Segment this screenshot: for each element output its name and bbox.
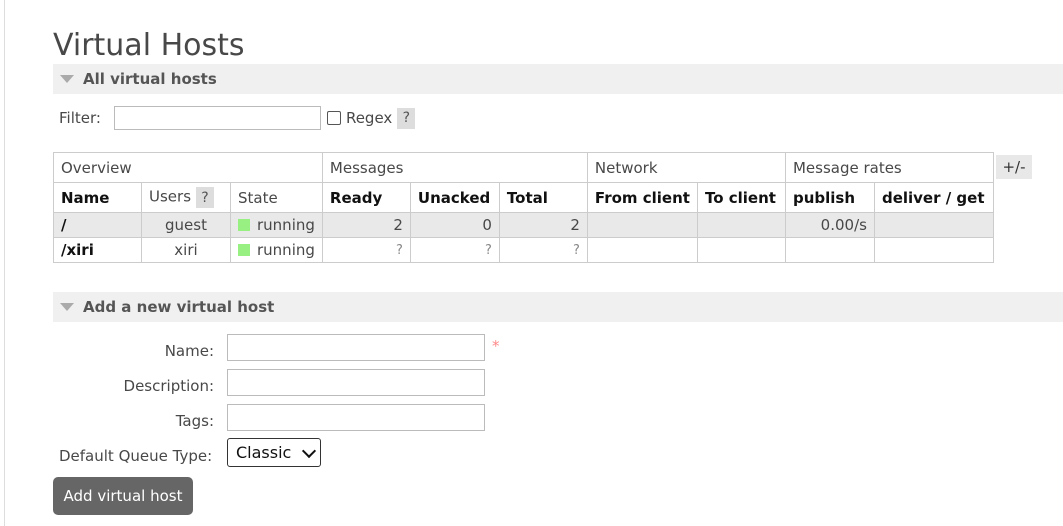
- name-input[interactable]: [227, 334, 485, 361]
- vhost-name-link[interactable]: /: [53, 212, 142, 238]
- vhost-deliver-get: [873, 237, 994, 263]
- regex-label: Regex: [345, 109, 393, 127]
- section-heading: All virtual hosts: [83, 70, 217, 88]
- section-add-virtual-host[interactable]: Add a new virtual host: [53, 292, 1063, 322]
- col-unacked[interactable]: Unacked: [409, 182, 500, 213]
- vhost-publish: 0.00/s: [784, 212, 875, 238]
- filter-label: Filter:: [59, 109, 101, 127]
- col-users-label: Users: [149, 187, 192, 206]
- name-label: Name:: [164, 342, 214, 360]
- tags-label: Tags:: [175, 412, 214, 430]
- vhost-ready: ?: [321, 237, 411, 263]
- add-virtual-host-button[interactable]: Add virtual host: [53, 477, 193, 515]
- queue-type-value: Classic: [236, 443, 292, 462]
- table-row[interactable]: /xiri xiri running ? ? ?: [53, 237, 994, 263]
- users-help-icon[interactable]: ?: [196, 187, 215, 208]
- vhost-deliver-get: [873, 212, 994, 238]
- section-heading: Add a new virtual host: [83, 298, 275, 316]
- vhost-users: xiri: [141, 237, 231, 263]
- vhost-from-client: [586, 237, 698, 263]
- filter-input[interactable]: [113, 106, 321, 130]
- vhost-to-client: [696, 212, 786, 238]
- group-network: Network: [586, 152, 786, 183]
- col-state[interactable]: State: [230, 182, 323, 213]
- vhost-total: ?: [498, 237, 588, 263]
- virtual-hosts-table: Overview Messages Network Message rates …: [53, 152, 994, 263]
- tags-input[interactable]: [227, 404, 485, 431]
- vhost-state-label: running: [257, 241, 315, 259]
- col-name[interactable]: Name: [53, 182, 142, 213]
- vhost-state: running: [230, 237, 323, 263]
- table-row[interactable]: / guest running 2 0 2 0.00/s: [53, 212, 994, 238]
- queue-type-label: Default Queue Type:: [59, 447, 213, 465]
- table-column-header: Name Users? State Ready Unacked Total Fr…: [53, 182, 994, 213]
- chevron-down-icon: [301, 443, 317, 459]
- vhost-publish: [784, 237, 875, 263]
- col-from-client[interactable]: From client: [586, 182, 698, 213]
- vhost-ready: 2: [321, 212, 411, 238]
- vhost-users: guest: [141, 212, 231, 238]
- running-status-icon: [238, 219, 250, 231]
- description-label: Description:: [123, 377, 214, 395]
- running-status-icon: [238, 244, 250, 256]
- col-publish[interactable]: publish: [784, 182, 875, 213]
- group-messages: Messages: [321, 152, 588, 183]
- regex-checkbox[interactable]: [326, 111, 341, 125]
- description-input[interactable]: [227, 369, 485, 396]
- required-marker: *: [492, 337, 500, 355]
- vhost-to-client: [696, 237, 786, 263]
- col-total[interactable]: Total: [498, 182, 588, 213]
- left-border: [4, 0, 5, 526]
- queue-type-select[interactable]: Classic: [227, 438, 321, 467]
- table-group-header: Overview Messages Network Message rates: [53, 152, 994, 183]
- vhost-unacked: 0: [409, 212, 500, 238]
- regex-help-icon[interactable]: ?: [397, 107, 416, 129]
- section-all-virtual-hosts[interactable]: All virtual hosts: [53, 64, 1063, 94]
- vhost-total: 2: [498, 212, 588, 238]
- vhost-name-link[interactable]: /xiri: [53, 237, 142, 263]
- vhost-unacked: ?: [409, 237, 500, 263]
- col-users[interactable]: Users?: [141, 182, 231, 213]
- col-ready[interactable]: Ready: [321, 182, 411, 213]
- filter-row: Filter: Regex ?: [59, 104, 416, 132]
- collapse-triangle-icon: [60, 303, 74, 311]
- col-to-client[interactable]: To client: [696, 182, 786, 213]
- vhost-from-client: [586, 212, 698, 238]
- col-deliver-get[interactable]: deliver / get: [873, 182, 994, 213]
- vhost-state: running: [230, 212, 323, 238]
- group-overview: Overview: [53, 152, 323, 183]
- group-message-rates: Message rates: [784, 152, 994, 183]
- collapse-triangle-icon: [60, 75, 74, 83]
- page-title: Virtual Hosts: [53, 28, 245, 63]
- vhost-state-label: running: [257, 216, 315, 234]
- column-toggle-button[interactable]: +/-: [996, 155, 1032, 179]
